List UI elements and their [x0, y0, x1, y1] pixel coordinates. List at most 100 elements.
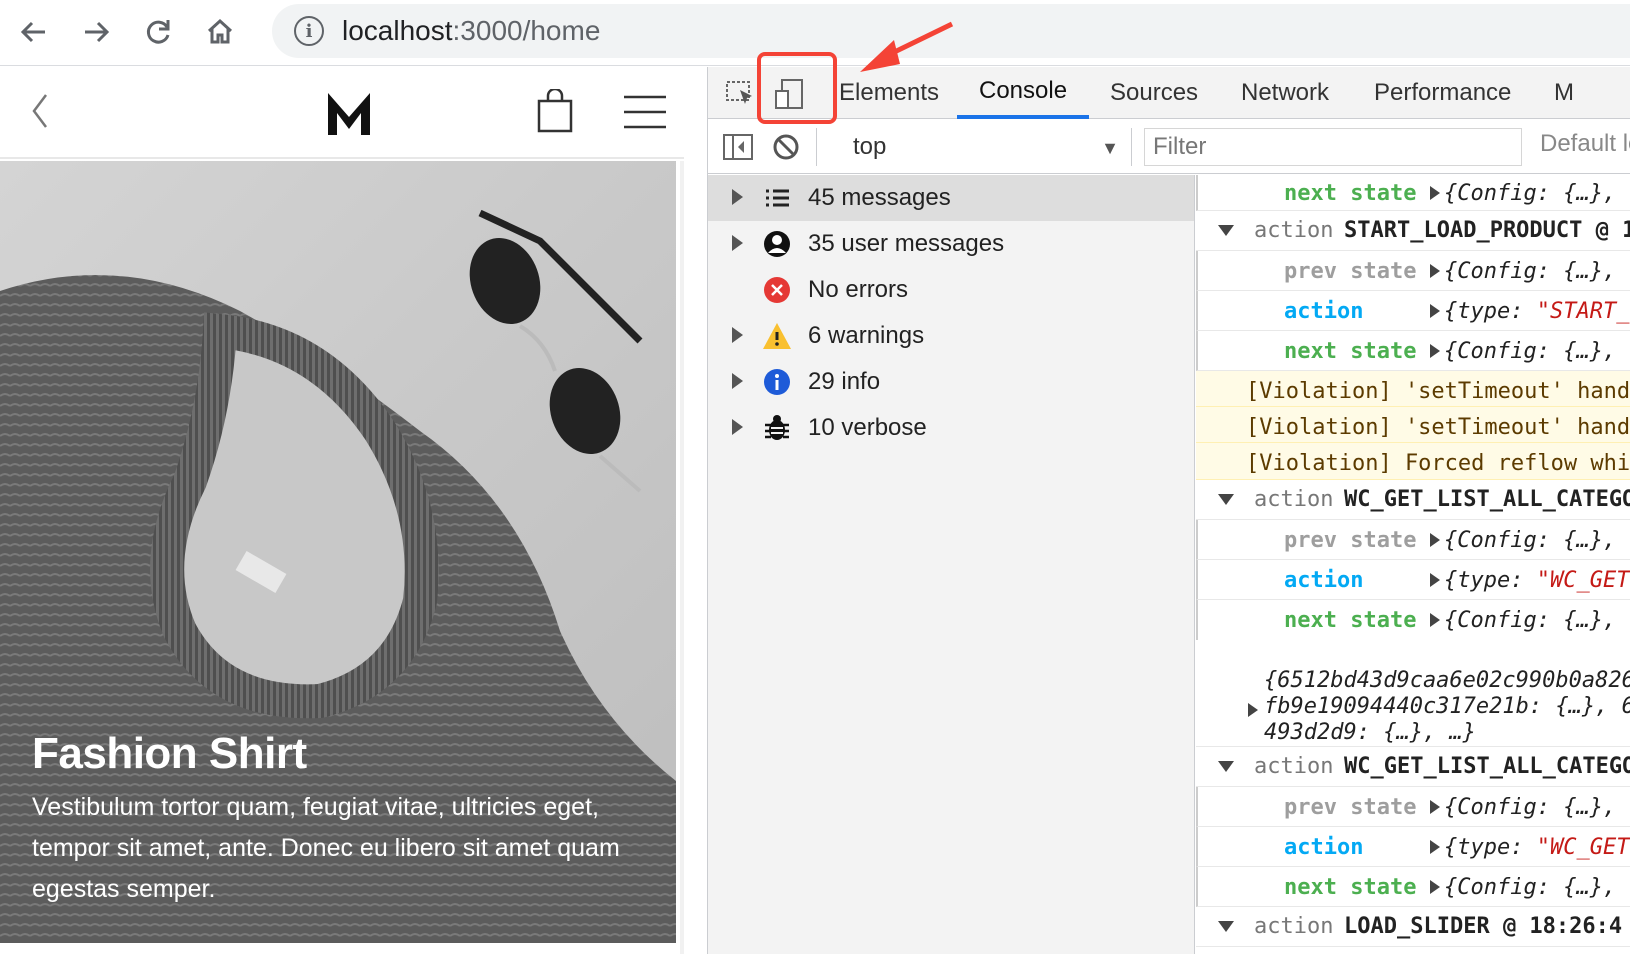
- log-levels-dropdown[interactable]: Default le: [1540, 130, 1630, 158]
- clear-console-icon[interactable]: [768, 130, 804, 164]
- expand-triangle-icon[interactable]: [1430, 573, 1440, 587]
- log-value: {Config: {…},: [1444, 259, 1617, 284]
- expand-triangle-icon[interactable]: [1248, 703, 1258, 717]
- log-key: next state: [1284, 875, 1417, 900]
- expand-triangle-icon[interactable]: [732, 419, 743, 435]
- hero-description: Vestibulum tortor quam, feugiat vitae, u…: [32, 793, 620, 903]
- log-value: {Config: {…},: [1444, 339, 1617, 364]
- log-key: action: [1284, 835, 1364, 860]
- back-button[interactable]: [10, 8, 58, 56]
- log-key: action: [1284, 568, 1364, 593]
- log-object-line: fb9e19094440c317e21b: {…}, 6: [1264, 694, 1630, 719]
- violation-row[interactable]: [Violation] 'setTimeout' handl: [1196, 407, 1630, 443]
- mobile-page-viewport: Fashion Shirt Vestibulum tortor quam, fe…: [0, 67, 684, 954]
- page-scrollbar-track[interactable]: [680, 161, 684, 954]
- log-row[interactable]: next state {Config: {…},: [1196, 175, 1630, 211]
- devtools-panel: Elements Console Sources Network Perform…: [707, 67, 1630, 954]
- expand-triangle-icon[interactable]: [732, 373, 743, 389]
- log-row[interactable]: action {type: "WC_GET: [1196, 560, 1630, 600]
- sidebar-item-info[interactable]: 29 info: [708, 359, 1194, 405]
- log-value: {Config: {…},: [1444, 181, 1617, 206]
- expand-triangle-icon[interactable]: [1430, 264, 1440, 278]
- arrow-right-icon: [85, 21, 110, 43]
- filter-input[interactable]: Filter: [1144, 128, 1522, 166]
- log-row[interactable]: next state {Config: {…},: [1196, 600, 1630, 640]
- log-value: {Config: {…},: [1444, 528, 1617, 553]
- log-object-row[interactable]: {6512bd43d9caa6e02c990b0a826 fb9e1909444…: [1196, 640, 1630, 747]
- log-row[interactable]: prev state {Config: {…},: [1196, 520, 1630, 560]
- url-text: localhost:3000/home: [342, 15, 600, 47]
- expand-triangle-icon[interactable]: [732, 235, 743, 251]
- console-log-area[interactable]: next state {Config: {…}, action START_LO…: [1196, 175, 1630, 954]
- log-value: {type: "WC_GET: [1444, 835, 1629, 860]
- sidebar-item-messages[interactable]: 45 messages: [708, 175, 1194, 221]
- list-icon: [766, 189, 789, 207]
- inspect-element-icon[interactable]: [724, 77, 760, 111]
- expand-triangle-icon[interactable]: [732, 327, 743, 343]
- back-chevron-icon[interactable]: [28, 89, 58, 133]
- log-row[interactable]: prev state {Config: {…},: [1196, 251, 1630, 291]
- log-object-line: {6512bd43d9caa6e02c990b0a826: [1264, 668, 1630, 693]
- expand-triangle-icon[interactable]: [732, 189, 743, 205]
- site-info-icon[interactable]: i: [294, 16, 324, 46]
- log-row[interactable]: action {type: "START_: [1196, 291, 1630, 331]
- log-value: {type: "START_: [1444, 299, 1629, 324]
- log-action-group[interactable]: action WC_GET_LIST_ALL_CATEGO: [1196, 480, 1630, 520]
- expand-triangle-icon[interactable]: [1430, 800, 1440, 814]
- mobile-header: [0, 67, 684, 159]
- expand-triangle-icon[interactable]: [1430, 880, 1440, 894]
- shopping-bag-icon[interactable]: [536, 89, 574, 133]
- log-row[interactable]: next state {Config: {…},: [1196, 331, 1630, 371]
- log-value: {Config: {…},: [1444, 795, 1617, 820]
- log-action-group[interactable]: action START_LOAD_PRODUCT @ 1: [1196, 211, 1630, 251]
- tab-performance[interactable]: Performance: [1374, 67, 1511, 119]
- expand-triangle-icon[interactable]: [1430, 533, 1440, 547]
- sidebar-item-verbose[interactable]: 10 verbose: [708, 405, 1194, 451]
- expand-triangle-icon[interactable]: [1430, 186, 1440, 200]
- log-value: {type: "WC_GET: [1444, 568, 1629, 593]
- sidebar-item-user-messages[interactable]: 35 user messages: [708, 221, 1194, 267]
- log-action-group[interactable]: action LOAD_SLIDER @ 18:26:4: [1196, 907, 1630, 947]
- dropdown-caret-icon: ▼: [1101, 138, 1119, 158]
- sidebar-toggle-icon[interactable]: [720, 130, 756, 164]
- home-button[interactable]: [196, 8, 244, 56]
- hamburger-menu-icon[interactable]: [622, 93, 668, 131]
- hero-banner[interactable]: Fashion Shirt Vestibulum tortor quam, fe…: [0, 161, 676, 943]
- annotation-arrow-icon: [860, 21, 954, 72]
- reload-icon: [146, 20, 170, 44]
- expand-triangle-icon[interactable]: [1430, 613, 1440, 627]
- collapse-triangle-icon[interactable]: [1218, 921, 1234, 932]
- collapse-triangle-icon[interactable]: [1218, 761, 1234, 772]
- tab-sources[interactable]: Sources: [1110, 67, 1198, 119]
- log-value-prefix: {type:: [1444, 835, 1537, 860]
- expand-triangle-icon[interactable]: [1430, 304, 1440, 318]
- log-action-name: WC_GET_LIST_ALL_CATEGO: [1344, 754, 1630, 779]
- reload-button[interactable]: [134, 8, 182, 56]
- tab-more[interactable]: M: [1554, 67, 1574, 119]
- sidebar-item-warnings[interactable]: 6 warnings: [708, 313, 1194, 359]
- sidebar-item-label: 10 verbose: [808, 414, 927, 441]
- log-value-string: "WC_GET: [1536, 568, 1630, 593]
- context-selector[interactable]: top ▼: [853, 130, 1119, 164]
- violation-text: [Violation] 'setTimeout' handl: [1246, 379, 1630, 404]
- collapse-triangle-icon[interactable]: [1218, 225, 1234, 236]
- tab-console[interactable]: Console: [957, 67, 1090, 119]
- log-action-group[interactable]: action WC_GET_LIST_ALL_CATEGO: [1196, 747, 1630, 787]
- log-row[interactable]: action {type: "WC_GET: [1196, 827, 1630, 867]
- expand-triangle-icon[interactable]: [1430, 840, 1440, 854]
- forward-button[interactable]: [72, 8, 120, 56]
- violation-row[interactable]: [Violation] Forced reflow whil: [1196, 443, 1630, 480]
- violation-row[interactable]: [Violation] 'setTimeout' handl: [1196, 371, 1630, 407]
- log-row[interactable]: next state {Config: {…},: [1196, 867, 1630, 907]
- log-row[interactable]: prev state {Config: {…},: [1196, 787, 1630, 827]
- sidebar-item-errors[interactable]: No errors: [708, 267, 1194, 313]
- tab-network[interactable]: Network: [1241, 67, 1329, 119]
- arrow-left-icon: [20, 21, 45, 43]
- brand-logo[interactable]: [326, 87, 372, 137]
- expand-triangle-icon[interactable]: [1430, 344, 1440, 358]
- sidebar-item-label: No errors: [808, 276, 909, 303]
- log-value-prefix: {type:: [1444, 568, 1537, 593]
- log-object-line: 493d2d9: {…}, …}: [1264, 720, 1476, 745]
- log-object-value: {6512bd43d9caa6e02c990b0a826 fb9e1909444…: [1264, 668, 1630, 746]
- collapse-triangle-icon[interactable]: [1218, 494, 1234, 505]
